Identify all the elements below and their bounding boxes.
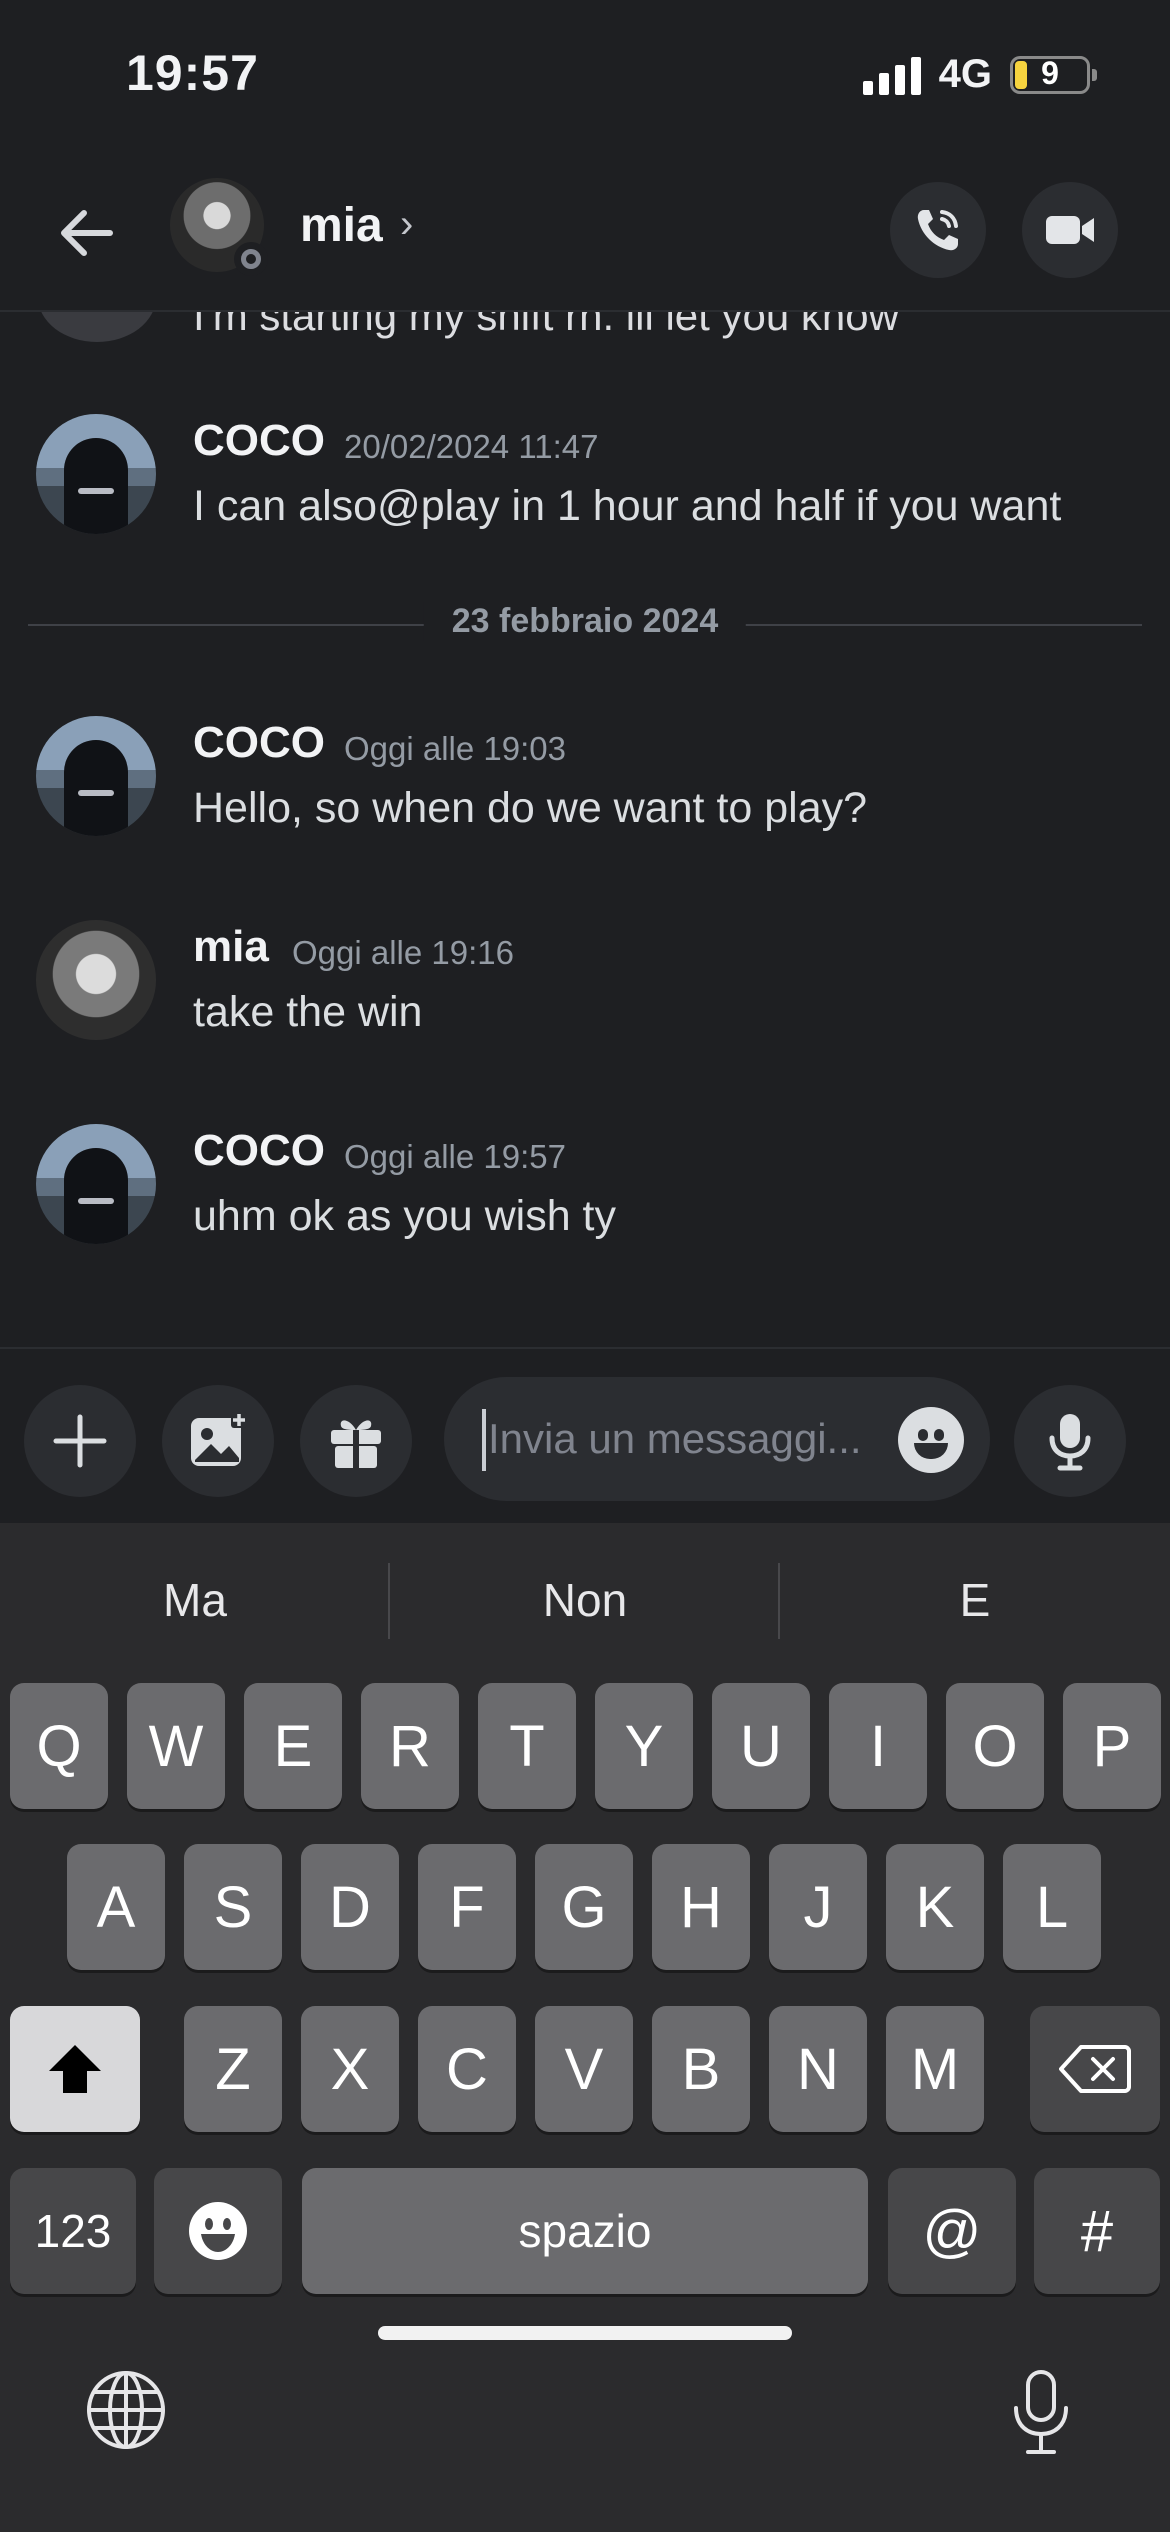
gift-icon [331,1420,381,1468]
suggestion-item[interactable]: E [780,1573,1170,1627]
message-username[interactable]: mia [193,922,269,972]
message-composer: Invia un messaggi... [0,1347,1170,1525]
globe-icon [87,2371,165,2449]
avatar[interactable] [36,920,156,1040]
contact-name[interactable]: mia [300,198,383,253]
avatar[interactable] [36,1124,156,1244]
key-v[interactable]: V [535,2006,633,2132]
back-button[interactable] [52,198,122,268]
avatar[interactable] [36,414,156,534]
key-r[interactable]: R [361,1683,459,1809]
date-divider-label: 23 febbraio 2024 [423,602,747,641]
key-x[interactable]: X [301,2006,399,2132]
shift-key[interactable] [10,2006,140,2132]
key-b[interactable]: B [652,2006,750,2132]
battery-level: 9 [1041,54,1059,91]
key-u[interactable]: U [712,1683,810,1809]
key-p[interactable]: P [1063,1683,1161,1809]
space-key[interactable]: spazio [302,2168,868,2294]
key-n[interactable]: N [769,2006,867,2132]
key-y[interactable]: Y [595,1683,693,1809]
message-username[interactable]: COCO [193,1126,325,1176]
chat-header: mia › [0,160,1170,312]
message-timestamp: 20/02/2024 11:47 [344,428,599,465]
at-key[interactable]: @ [888,2168,1016,2294]
message-input[interactable]: Invia un messaggi... [444,1377,990,1501]
message-timestamp: Oggi alle 19:16 [292,934,514,971]
image-picker-button[interactable] [162,1385,274,1497]
message-timestamp: Oggi alle 19:03 [344,730,566,767]
backspace-icon [1059,2045,1131,2093]
status-time: 19:57 [126,45,259,101]
key-e[interactable]: E [244,1683,342,1809]
plus-icon [53,1414,107,1468]
status-bar: 19:57 4G 9 [0,0,1170,160]
emoji-icon [189,2202,247,2260]
numbers-key[interactable]: 123 [10,2168,136,2294]
message-text: I'm starting my shift rn. ill let you kn… [193,312,899,339]
suggestion-item[interactable]: Ma [0,1573,390,1627]
message-text: Hello, so when do we want to play? [193,784,868,832]
emoji-button[interactable] [898,1407,964,1473]
signal-icon [862,55,921,95]
emoji-key[interactable] [154,2168,282,2294]
key-m[interactable]: M [886,2006,984,2132]
key-l[interactable]: L [1003,1844,1101,1970]
text-cursor [482,1409,486,1471]
message-text: I can also@play in 1 hour and half if yo… [193,482,1062,530]
network-type: 4G [938,52,992,96]
keyboard-suggestions: Ma Non E [0,1523,1170,1671]
add-attachment-button[interactable] [24,1385,136,1497]
shift-icon [49,2045,101,2093]
home-indicator[interactable] [378,2326,792,2340]
battery-icon: 9 [1010,54,1097,94]
hash-key[interactable]: # [1034,2168,1160,2294]
gift-button[interactable] [300,1385,412,1497]
backspace-key[interactable] [1030,2006,1160,2132]
video-camera-icon [1046,216,1094,244]
key-t[interactable]: T [478,1683,576,1809]
key-z[interactable]: Z [184,2006,282,2132]
message-text: uhm ok as you wish ty [193,1192,617,1240]
key-g[interactable]: G [535,1844,633,1970]
video-call-button[interactable] [1022,182,1118,278]
voice-message-button[interactable] [1014,1385,1126,1497]
suggestion-item[interactable]: Non [390,1573,780,1627]
image-icon [191,1412,247,1466]
key-k[interactable]: K [886,1844,984,1970]
avatar [38,312,156,342]
key-o[interactable]: O [946,1683,1044,1809]
message-list[interactable]: I'm starting my shift rn. ill let you kn… [0,312,1170,1347]
globe-button[interactable] [84,2368,168,2457]
key-q[interactable]: Q [10,1683,108,1809]
key-d[interactable]: D [301,1844,399,1970]
microphone-icon [1014,2370,1068,2454]
microphone-icon [1049,1414,1091,1471]
avatar[interactable] [36,716,156,836]
message-username[interactable]: COCO [193,416,325,466]
key-h[interactable]: H [652,1844,750,1970]
message-input-placeholder: Invia un messaggi... [488,1415,862,1462]
voice-call-button[interactable] [890,182,986,278]
arrow-left-icon [61,210,113,256]
message-username[interactable]: COCO [193,718,325,768]
date-divider: 23 febbraio 2024 [28,602,1142,641]
key-f[interactable]: F [418,1844,516,1970]
avatar[interactable] [170,178,268,276]
key-a[interactable]: A [67,1844,165,1970]
chevron-right-icon: › [400,202,414,246]
key-s[interactable]: S [184,1844,282,1970]
phone-icon [917,210,958,251]
message-timestamp: Oggi alle 19:57 [344,1138,566,1175]
key-i[interactable]: I [829,1683,927,1809]
key-c[interactable]: C [418,2006,516,2132]
key-j[interactable]: J [769,1844,867,1970]
dictation-button[interactable] [1006,2368,1076,2463]
offline-status-icon [234,242,268,276]
message-text: take the win [193,988,423,1036]
key-w[interactable]: W [127,1683,225,1809]
